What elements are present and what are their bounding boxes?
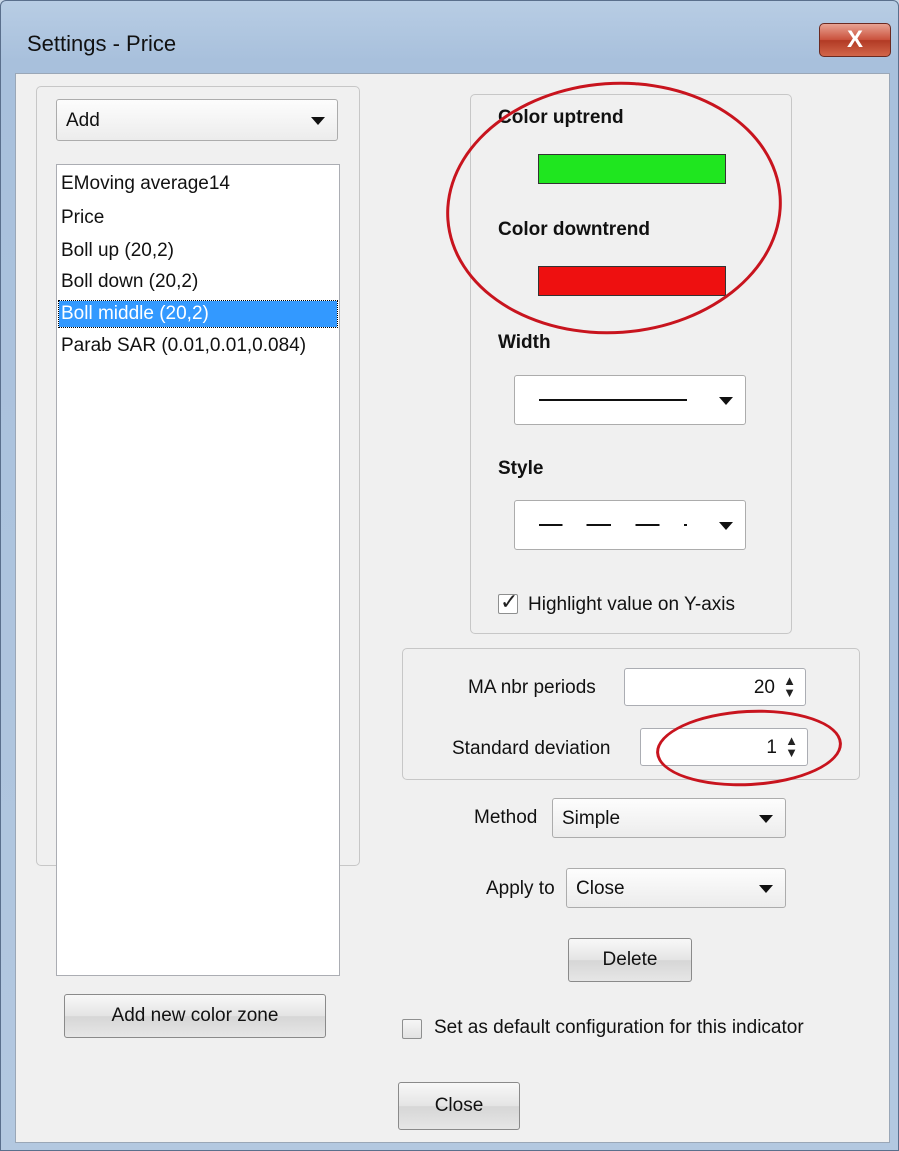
ma-periods-spinner[interactable]: 20 ▲ ▼ bbox=[624, 668, 806, 706]
width-label: Width bbox=[498, 332, 551, 353]
dashed-line-icon bbox=[539, 524, 687, 526]
list-item-selected[interactable]: Boll middle (20,2) bbox=[58, 300, 338, 328]
width-dropdown[interactable] bbox=[514, 375, 746, 425]
solid-line-icon bbox=[539, 399, 687, 401]
apply-to-value: Close bbox=[576, 878, 625, 899]
checkmark-icon: ✓ bbox=[500, 589, 519, 614]
chevron-down-icon bbox=[759, 885, 773, 893]
chevron-down-icon bbox=[719, 522, 733, 530]
method-value: Simple bbox=[562, 808, 621, 829]
indicator-listbox[interactable]: EMoving average14 Price Boll up (20,2) B… bbox=[56, 164, 340, 976]
list-item[interactable]: Parab SAR (0.01,0.01,0.084) bbox=[61, 333, 306, 359]
add-color-zone-button[interactable]: Add new color zone bbox=[64, 994, 326, 1038]
style-label: Style bbox=[498, 458, 544, 479]
add-indicator-dropdown-value: Add bbox=[66, 110, 100, 131]
default-config-label: Set as default configuration for this in… bbox=[434, 1017, 804, 1038]
method-dropdown[interactable]: Simple bbox=[552, 798, 786, 838]
add-indicator-dropdown[interactable]: Add bbox=[56, 99, 338, 141]
std-dev-label: Standard deviation bbox=[452, 738, 611, 759]
ma-periods-label: MA nbr periods bbox=[468, 677, 596, 698]
list-item[interactable]: Boll down (20,2) bbox=[61, 269, 198, 295]
style-dropdown[interactable] bbox=[514, 500, 746, 550]
highlight-y-axis-checkbox[interactable]: ✓ bbox=[498, 589, 518, 614]
window-title: Settings - Price bbox=[27, 31, 177, 56]
title-bar: Settings - Price X bbox=[1, 1, 898, 73]
list-item[interactable]: EMoving average14 bbox=[61, 171, 230, 197]
apply-to-label: Apply to bbox=[486, 878, 555, 899]
chevron-down-icon bbox=[759, 815, 773, 823]
delete-button[interactable]: Delete bbox=[568, 938, 692, 982]
chevron-down-icon bbox=[719, 397, 733, 405]
method-label: Method bbox=[474, 807, 538, 828]
list-item[interactable]: Boll up (20,2) bbox=[61, 238, 174, 264]
apply-to-dropdown[interactable]: Close bbox=[566, 868, 786, 908]
ma-periods-value: 20 bbox=[753, 677, 775, 698]
highlight-y-axis-label: Highlight value on Y-axis bbox=[528, 594, 736, 615]
default-config-checkbox[interactable] bbox=[402, 1019, 422, 1039]
list-item[interactable]: Price bbox=[61, 205, 104, 231]
close-button[interactable]: Close bbox=[398, 1082, 520, 1130]
chevron-down-icon bbox=[311, 117, 325, 125]
spinner-arrows-icon[interactable]: ▲ ▼ bbox=[783, 674, 796, 699]
window-close-button[interactable]: X bbox=[819, 23, 891, 57]
